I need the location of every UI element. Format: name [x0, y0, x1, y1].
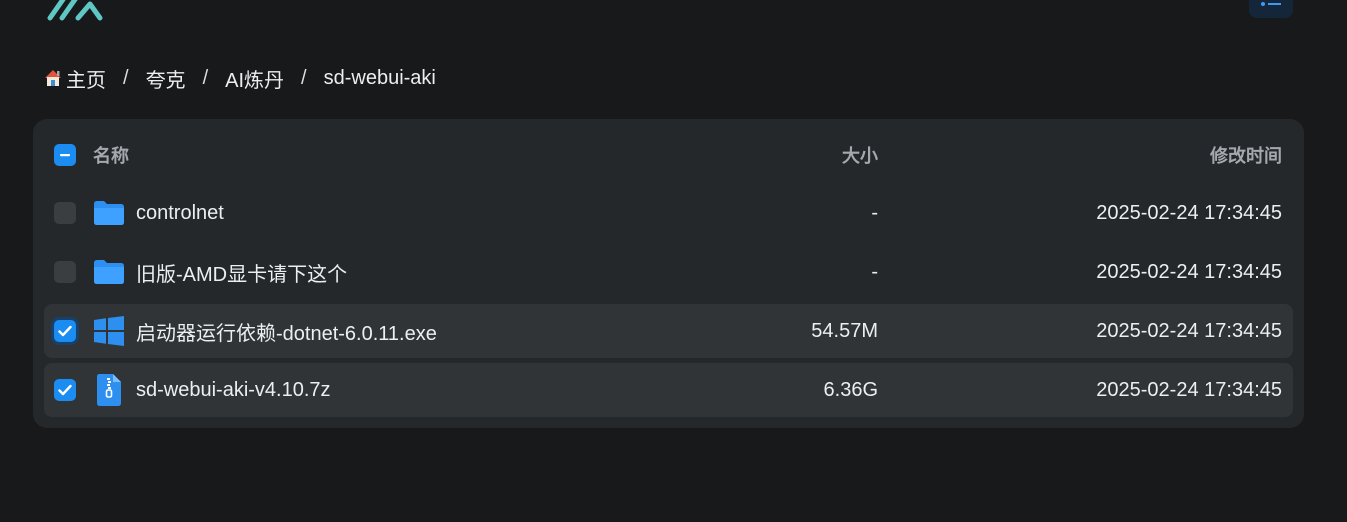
file-list-panel: 名称 大小 修改时间 controlnet - 2025-02-24 17:34…: [33, 119, 1304, 428]
file-modified: 2025-02-24 17:34:45: [1096, 201, 1282, 224]
file-name: sd-webui-aki-v4.10.7z: [136, 378, 331, 401]
zip-file-icon: [92, 373, 126, 407]
column-header-modified[interactable]: 修改时间: [1210, 142, 1282, 168]
row-checkbox[interactable]: [54, 202, 76, 224]
breadcrumb: 主页 / 夸克 / AI炼丹 / sd-webui-aki: [42, 64, 436, 92]
file-modified: 2025-02-24 17:34:45: [1096, 378, 1282, 401]
table-row[interactable]: 旧版-AMD显卡请下这个 - 2025-02-24 17:34:45: [44, 245, 1293, 299]
breadcrumb-separator: /: [202, 66, 209, 89]
windows-icon: [92, 314, 126, 348]
file-modified: 2025-02-24 17:34:45: [1096, 319, 1282, 342]
breadcrumb-item-quark[interactable]: 夸克: [146, 64, 186, 93]
file-size: 54.57M: [811, 319, 878, 342]
file-size: 6.36G: [823, 378, 878, 401]
column-header-name[interactable]: 名称: [93, 142, 129, 168]
row-checkbox[interactable]: [54, 379, 76, 401]
breadcrumb-label-home: 主页: [66, 69, 106, 92]
breadcrumb-separator: /: [123, 66, 129, 89]
table-row[interactable]: sd-webui-aki-v4.10.7z 6.36G 2025-02-24 1…: [44, 363, 1293, 417]
file-name: 启动器运行依赖-dotnet-6.0.11.exe: [136, 322, 437, 345]
file-size: -: [871, 260, 878, 283]
app-logo-icon[interactable]: [44, 0, 104, 22]
table-row[interactable]: controlnet - 2025-02-24 17:34:45: [44, 186, 1293, 240]
folder-icon: [92, 255, 126, 289]
breadcrumb-home[interactable]: 主页: [42, 64, 106, 93]
file-name: 旧版-AMD显卡请下这个: [136, 263, 348, 286]
breadcrumb-separator: /: [301, 66, 307, 89]
menu-button[interactable]: [1249, 0, 1293, 18]
row-checkbox[interactable]: [54, 261, 76, 283]
file-name: controlnet: [136, 201, 224, 224]
check-icon: [58, 325, 72, 337]
file-size: -: [871, 201, 878, 224]
select-all-checkbox[interactable]: [54, 144, 76, 166]
column-header-size[interactable]: 大小: [842, 142, 878, 168]
check-icon: [58, 384, 72, 396]
row-checkbox[interactable]: [54, 320, 76, 342]
folder-icon: [92, 196, 126, 230]
table-header: 名称 大小 修改时间: [44, 128, 1293, 182]
minus-icon: [60, 154, 70, 157]
file-modified: 2025-02-24 17:34:45: [1096, 260, 1282, 283]
list-menu-icon: [1260, 0, 1282, 12]
house-icon: [42, 67, 64, 89]
table-row[interactable]: 启动器运行依赖-dotnet-6.0.11.exe 54.57M 2025-02…: [44, 304, 1293, 358]
breadcrumb-item-current[interactable]: sd-webui-aki: [324, 67, 436, 90]
breadcrumb-item-ai[interactable]: AI炼丹: [225, 64, 284, 93]
